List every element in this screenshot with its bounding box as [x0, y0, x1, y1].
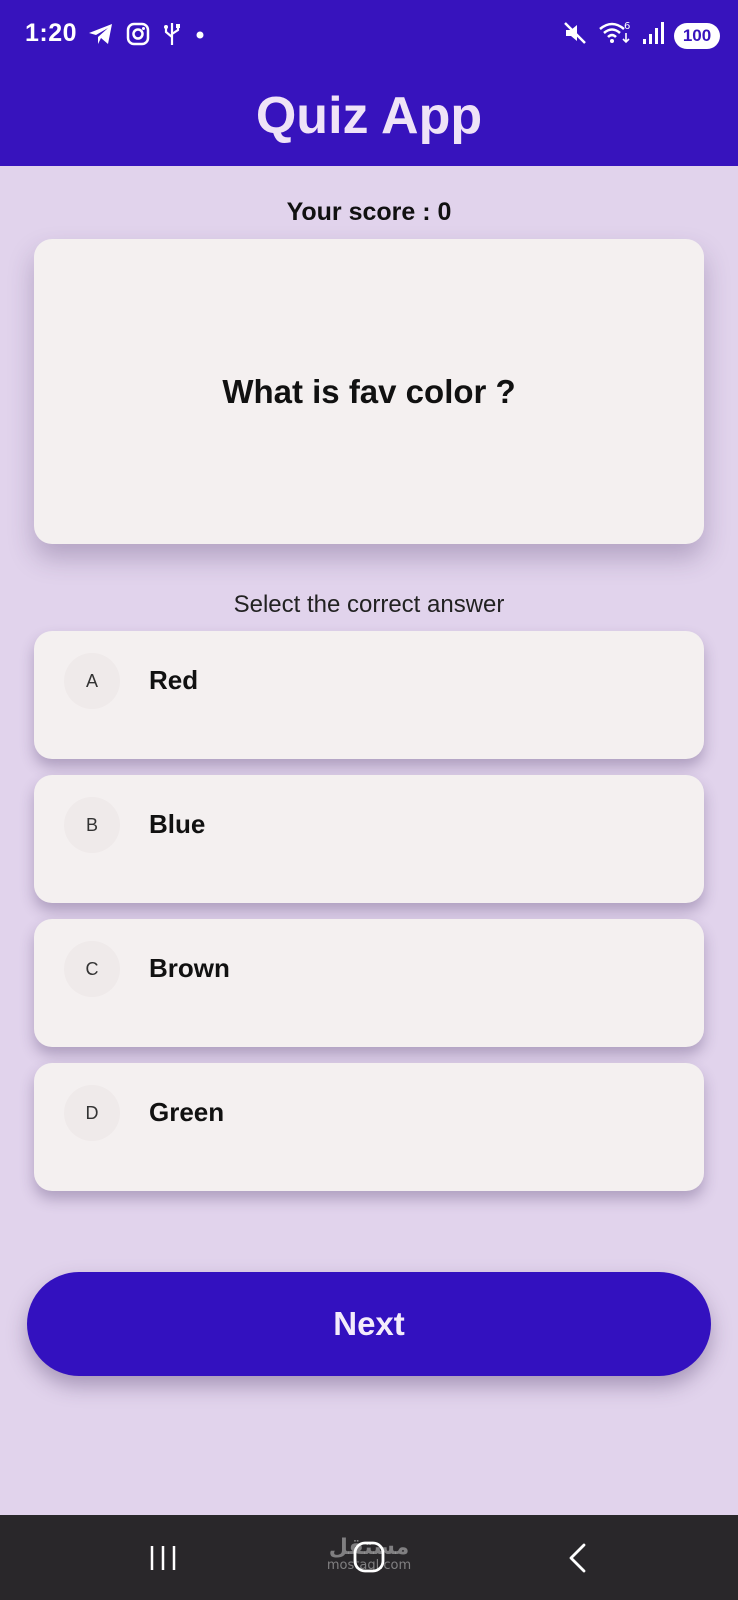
option-letter: D: [64, 1085, 120, 1141]
back-icon[interactable]: [566, 1542, 590, 1579]
home-icon[interactable]: [351, 1539, 387, 1580]
option-label: Red: [149, 665, 199, 695]
option-letter: C: [64, 941, 120, 997]
mute-icon: [562, 20, 588, 51]
status-right-icons: 6 100: [562, 20, 720, 51]
wifi-icon: 6: [598, 20, 632, 51]
question-card: What is fav color ?: [34, 239, 704, 544]
battery-indicator: 100: [674, 22, 720, 49]
option-c[interactable]: C Brown: [34, 919, 704, 1047]
app-title: Quiz App: [255, 87, 483, 145]
option-label: Brown: [149, 953, 230, 983]
usb-icon: [162, 21, 182, 52]
navigation-bar: مستقل mostaql.com: [0, 1515, 738, 1600]
question-text: What is fav color ?: [222, 372, 516, 410]
option-letter: B: [64, 797, 120, 853]
app-header: 1:20 6 100 Quiz App: [0, 0, 738, 166]
svg-text:6: 6: [624, 21, 630, 32]
option-letter: A: [64, 653, 120, 709]
option-d[interactable]: D Green: [34, 1063, 704, 1191]
option-b[interactable]: B Blue: [34, 775, 704, 903]
signal-icon: [642, 21, 664, 50]
next-button[interactable]: Next: [27, 1272, 711, 1376]
option-a[interactable]: A Red: [34, 631, 704, 759]
option-label: Green: [149, 1097, 225, 1127]
instruction-text: Select the correct answer: [233, 591, 505, 618]
telegram-icon: [88, 22, 114, 51]
option-label: Blue: [149, 809, 206, 839]
status-left-icons: [88, 21, 206, 52]
recents-icon[interactable]: [146, 1542, 180, 1579]
instagram-icon: [126, 22, 150, 51]
notification-dot-icon: [194, 28, 206, 46]
status-time: 1:20: [25, 19, 78, 47]
score-label: Your score : 0: [286, 198, 452, 226]
status-bar: 1:20 6 100: [0, 0, 738, 72]
